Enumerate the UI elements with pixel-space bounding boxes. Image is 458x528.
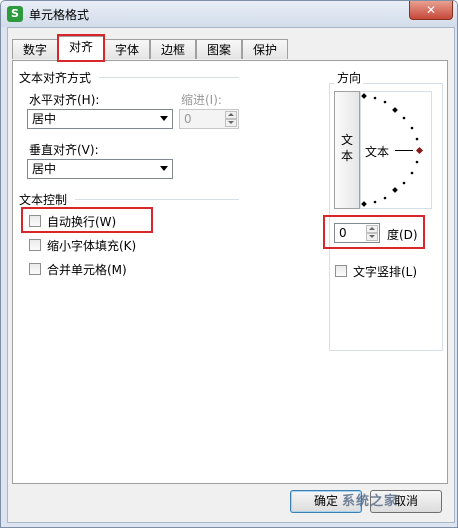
close-button[interactable]: ✕ [409, 1, 453, 20]
alignment-panel: 文本对齐方式 水平对齐(H): 居中 缩进(I): 0 垂直对齐(V): 居中 … [12, 60, 448, 484]
alignment-group-divider [99, 77, 239, 78]
text-control-group-divider [75, 199, 239, 200]
tab-border[interactable]: 边框 [150, 39, 196, 59]
vertical-align-select[interactable]: 居中 [27, 159, 173, 179]
horizontal-align-select[interactable]: 居中 [27, 109, 173, 129]
tab-font[interactable]: 字体 [104, 39, 150, 59]
spreadsheet-app-icon: S [7, 6, 23, 22]
shrink-to-fit-label[interactable]: 缩小字体填充(K) [47, 237, 136, 254]
indent-stepper: 0 [179, 109, 239, 129]
vertical-align-label: 垂直对齐(V): [29, 143, 99, 157]
window-title: 单元格格式 [29, 8, 90, 22]
indent-value: 0 [184, 112, 192, 126]
vertical-align-value: 居中 [32, 162, 57, 176]
watermark-logo: 系统之家 [342, 494, 399, 509]
shrink-to-fit-checkbox[interactable] [29, 239, 41, 251]
merge-cells-label[interactable]: 合并单元格(M) [47, 261, 127, 278]
tab-number[interactable]: 数字 [12, 39, 58, 59]
chevron-down-icon [160, 166, 168, 171]
orientation-dial[interactable]: 文本 [360, 91, 432, 209]
spin-up-icon [225, 111, 237, 119]
vertical-text-char-1: 文 [340, 133, 353, 147]
dialog-window: S 单元格格式 ✕ 数字 对齐 字体 边框 图案 保护 文本对齐方式 水平对齐(… [0, 0, 458, 528]
dial-text-label: 文本 [365, 145, 390, 159]
chevron-down-icon [160, 116, 168, 121]
dialog-body: 数字 对齐 字体 边框 图案 保护 文本对齐方式 水平对齐(H): 居中 缩进(… [7, 27, 455, 523]
indent-label: 缩进(I): [181, 93, 222, 107]
merge-cells-checkbox[interactable] [29, 263, 41, 275]
wrap-text-highlight-box [21, 207, 153, 233]
title-bar[interactable]: S 单元格格式 ✕ [1, 1, 457, 27]
vertical-text-button[interactable]: 文 本 [334, 91, 360, 209]
alignment-group-title: 文本对齐方式 [19, 71, 92, 85]
tab-protection[interactable]: 保护 [242, 39, 288, 59]
vertical-stack-label[interactable]: 文字竖排(L) [353, 263, 417, 280]
tab-pattern[interactable]: 图案 [196, 39, 242, 59]
degree-highlight-box [323, 215, 425, 249]
vertical-stack-checkbox[interactable] [335, 265, 347, 277]
horizontal-align-label: 水平对齐(H): [29, 93, 100, 107]
text-control-group-title: 文本控制 [19, 193, 68, 207]
tab-highlight-box [57, 34, 105, 62]
vertical-text-char-2: 本 [340, 149, 353, 163]
spin-down-icon [225, 119, 237, 127]
orientation-group-title: 方向 [335, 69, 364, 86]
horizontal-align-value: 居中 [32, 112, 57, 126]
